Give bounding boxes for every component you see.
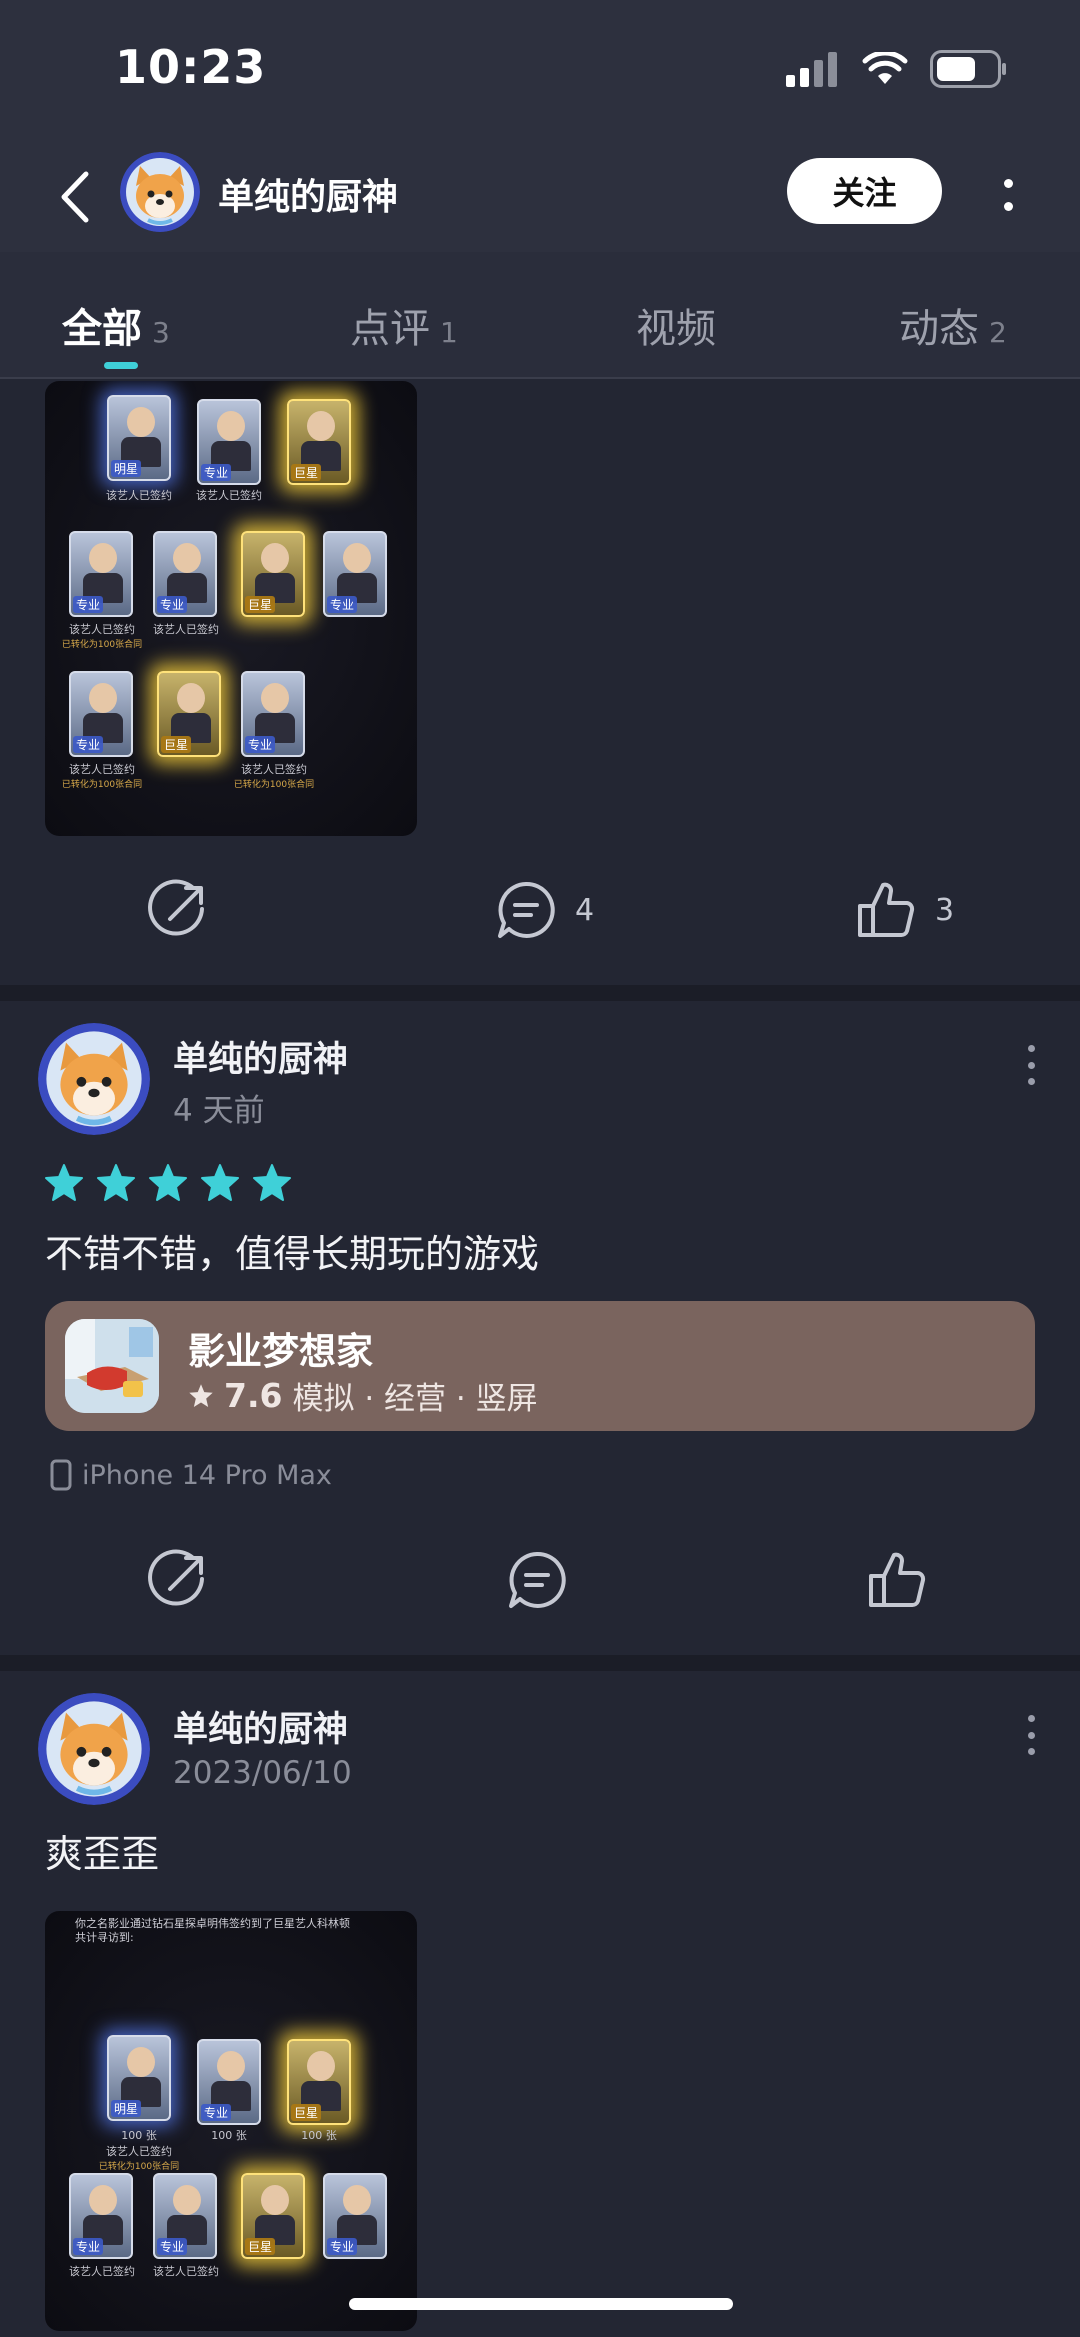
comment-button[interactable] bbox=[506, 1535, 568, 1625]
artist-card: 专业 bbox=[69, 2173, 133, 2259]
thumbs-up-icon bbox=[858, 882, 915, 937]
dot-icon bbox=[1003, 179, 1013, 188]
shiba-avatar-icon bbox=[120, 152, 200, 232]
tab-active-indicator bbox=[104, 362, 138, 369]
back-button[interactable] bbox=[50, 162, 100, 232]
wifi-icon bbox=[862, 52, 908, 84]
phone-icon bbox=[50, 1459, 72, 1491]
more-options-button[interactable] bbox=[990, 162, 1026, 228]
tab-label: 动态 bbox=[899, 306, 979, 352]
tab-label: 全部 bbox=[62, 306, 142, 352]
post-actions bbox=[0, 1535, 1080, 1625]
avatar[interactable] bbox=[38, 1693, 150, 1805]
status-time: 10:23 bbox=[115, 40, 267, 94]
home-indicator[interactable] bbox=[349, 2298, 733, 2310]
star-icon bbox=[201, 1164, 239, 1201]
share-button[interactable] bbox=[148, 1535, 210, 1625]
artist-card: 专业 bbox=[153, 2173, 217, 2259]
artist-card: 专业 bbox=[241, 671, 305, 757]
post-author[interactable]: 单纯的厨神 bbox=[173, 1701, 348, 1752]
dot-icon bbox=[1003, 202, 1013, 211]
chevron-left-icon bbox=[61, 171, 89, 223]
tab-count: 1 bbox=[440, 316, 458, 349]
star-icon bbox=[149, 1164, 187, 1201]
shiba-avatar-icon bbox=[38, 1693, 150, 1805]
share-icon bbox=[148, 1549, 204, 1606]
star-icon bbox=[189, 1383, 213, 1407]
comment-count: 4 bbox=[575, 892, 595, 928]
artist-card: 专业 bbox=[69, 671, 133, 757]
post-time: 2023/06/10 bbox=[173, 1755, 352, 1791]
artist-card: 明星 bbox=[107, 395, 171, 481]
comment-icon bbox=[509, 1551, 566, 1608]
profile-username: 单纯的厨神 bbox=[218, 177, 399, 218]
artist-card: 巨星 bbox=[241, 531, 305, 617]
divider bbox=[0, 985, 1080, 1001]
status-icons bbox=[786, 50, 1008, 88]
post-text: 不错不错，值得长期玩的游戏 bbox=[45, 1232, 540, 1276]
divider bbox=[0, 1655, 1080, 1671]
artist-card: 专业 bbox=[197, 2039, 261, 2125]
share-icon bbox=[148, 879, 204, 936]
device-name: iPhone 14 Pro Max bbox=[82, 1459, 332, 1491]
follow-button[interactable]: 关注 bbox=[787, 158, 942, 224]
like-button[interactable]: 3 bbox=[855, 865, 954, 955]
like-count: 3 bbox=[935, 892, 955, 928]
device-info: iPhone 14 Pro Max bbox=[50, 1459, 332, 1491]
post-actions: 4 3 bbox=[0, 865, 1080, 955]
tab-bar: 全部 3 点评 1 视频 动态 2 bbox=[0, 252, 1080, 379]
game-icon bbox=[65, 1319, 159, 1413]
game-room-icon bbox=[65, 1319, 159, 1413]
artist-card: 专业 bbox=[153, 531, 217, 617]
game-card[interactable]: 影业梦想家 7.6 模拟 · 经营 · 竖屏 bbox=[45, 1301, 1035, 1431]
tab-videos[interactable]: 视频 bbox=[636, 296, 726, 354]
tab-count: 2 bbox=[989, 316, 1007, 349]
thumbs-up-icon bbox=[869, 1552, 926, 1607]
star-icon bbox=[253, 1164, 291, 1201]
like-button[interactable] bbox=[866, 1535, 928, 1625]
artist-card: 专业 bbox=[323, 2173, 387, 2259]
profile-header: 单纯的厨神 关注 bbox=[0, 140, 1080, 252]
comment-icon bbox=[498, 881, 555, 938]
avatar[interactable] bbox=[120, 152, 200, 232]
battery-icon bbox=[930, 50, 1006, 88]
artist-card: 专业 bbox=[323, 531, 387, 617]
star-icon bbox=[45, 1164, 83, 1201]
tab-moments[interactable]: 动态 2 bbox=[899, 296, 1007, 354]
post-more-button[interactable] bbox=[1025, 1045, 1037, 1085]
tab-label: 点评 bbox=[350, 306, 430, 352]
rating-stars bbox=[44, 1163, 292, 1203]
comment-button[interactable]: 4 bbox=[495, 865, 594, 955]
star-icon bbox=[97, 1164, 135, 1201]
game-rating: 7.6 bbox=[224, 1376, 283, 1415]
tab-count: 3 bbox=[152, 316, 170, 349]
share-button[interactable] bbox=[148, 865, 210, 955]
tab-all[interactable]: 全部 3 bbox=[62, 296, 170, 354]
tab-label: 视频 bbox=[636, 306, 716, 352]
signal-icon bbox=[786, 52, 837, 87]
shiba-avatar-icon bbox=[38, 1023, 150, 1135]
artist-card: 巨星 bbox=[287, 2039, 351, 2125]
artist-card: 明星 bbox=[107, 2035, 171, 2121]
status-bar: 10:23 bbox=[0, 0, 1080, 140]
post-author[interactable]: 单纯的厨神 bbox=[173, 1031, 348, 1082]
post-image[interactable]: 你之名影业通过钻石星探卓明伟签约到了巨星艺人科林顿 共计寻访到: 明星 专业 巨… bbox=[45, 1911, 417, 2331]
game-meta: 7.6 模拟 · 经营 · 竖屏 bbox=[188, 1373, 538, 1418]
artist-card: 专业 bbox=[197, 399, 261, 485]
artist-card: 巨星 bbox=[241, 2173, 305, 2259]
game-tags: 模拟 · 经营 · 竖屏 bbox=[292, 1381, 538, 1417]
artist-card: 巨星 bbox=[157, 671, 221, 757]
post-more-button[interactable] bbox=[1025, 1715, 1037, 1755]
tab-reviews[interactable]: 点评 1 bbox=[350, 296, 458, 354]
game-name: 影业梦想家 bbox=[188, 1330, 373, 1373]
artist-card: 专业 bbox=[69, 531, 133, 617]
avatar[interactable] bbox=[38, 1023, 150, 1135]
post-text: 爽歪歪 bbox=[45, 1832, 160, 1876]
post-time: 4 天前 bbox=[173, 1093, 265, 1129]
artist-card: 巨星 bbox=[287, 399, 351, 485]
post-image[interactable]: 明星 专业 巨星 该艺人已签约 该艺人已签约 专业 专业 巨星 专业 该艺人已签… bbox=[45, 381, 417, 836]
